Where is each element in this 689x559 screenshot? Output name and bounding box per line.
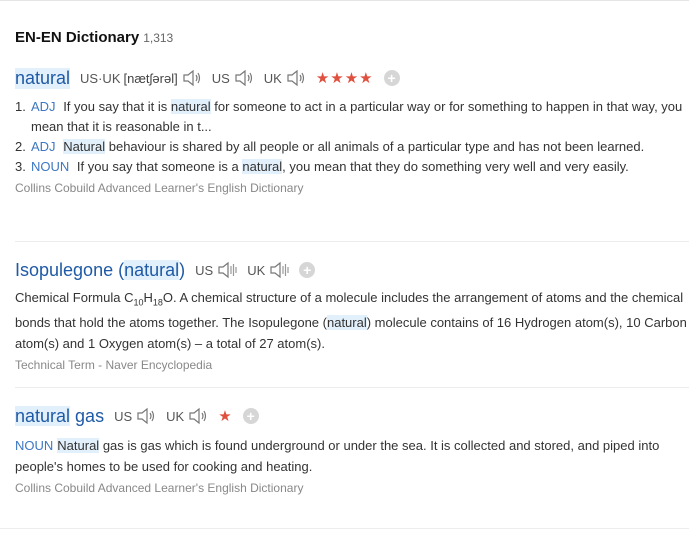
pos-tag: ADJ (31, 139, 56, 154)
headword-link[interactable]: natural (15, 67, 71, 89)
definition-text: NOUN Natural gas is gas which is found un… (15, 436, 689, 477)
subscript: 10 (133, 297, 144, 308)
pronunciation-uk: UK (166, 407, 208, 425)
source-label[interactable]: Collins Cobuild Advanced Learner's Engli… (15, 481, 689, 495)
pron-us-label: US (195, 262, 214, 278)
headword-text: ) (179, 259, 186, 280)
headword-link[interactable]: natural gas (15, 405, 105, 427)
sense-item: 1. ADJ If you say that it is natural for… (15, 97, 689, 137)
entry-isopulegone: Isopulegone (natural) US UK + Chemical F… (15, 258, 689, 372)
speaker-icon[interactable] (188, 407, 208, 425)
keyword-highlight: Natural (63, 139, 106, 154)
pronunciation-uk: UK (264, 69, 306, 87)
add-wordbook-button[interactable]: + (242, 408, 259, 424)
headword-text: Isopulegone ( (15, 259, 125, 280)
entry-natural: natural US·UK [nætʃərəl] US UK ★★★★ + 1.… (15, 66, 689, 195)
speaker-icon[interactable] (269, 261, 289, 279)
pron-uk-label: UK (166, 408, 185, 424)
sense-text: If you say that it is (63, 99, 168, 114)
pronunciation-us: US (114, 407, 156, 425)
pos-tag: ADJ (31, 99, 56, 114)
ipa-text: [nætʃərəl] (123, 70, 178, 86)
result-count: 1,313 (143, 31, 174, 45)
keyword-highlight: natural (124, 259, 180, 280)
entry-head: natural US·UK [nætʃərəl] US UK ★★★★ + (15, 66, 689, 90)
add-wordbook-button[interactable]: + (299, 262, 316, 278)
pron-uk-label: UK (263, 70, 282, 86)
sense-item: 2. ADJ Natural behaviour is shared by al… (15, 137, 689, 157)
entry-head: Isopulegone (natural) US UK + (15, 258, 689, 282)
subscript: 18 (152, 297, 163, 308)
entry-divider (15, 241, 689, 242)
pron-region-label: US·UK (80, 70, 121, 86)
definition-part: H (143, 290, 153, 305)
pron-us-label: US (114, 408, 133, 424)
entry-head: natural gas US UK ★ + (15, 404, 689, 428)
headword-link[interactable]: Isopulegone (natural) (15, 259, 186, 281)
frequency-stars: ★ (218, 408, 233, 425)
sense-number: 1. (15, 99, 26, 114)
headword-text: gas (70, 405, 105, 426)
sense-text: , you mean that they do something very w… (282, 159, 629, 174)
pronunciation-us: US (212, 69, 254, 87)
entry-divider (15, 387, 689, 388)
speaker-icon[interactable] (217, 261, 237, 279)
keyword-highlight: natural (170, 99, 211, 114)
pron-uk-label: UK (247, 262, 266, 278)
pronunciation-uk: UK (247, 261, 289, 279)
definition-part: gas is gas which is found underground or… (15, 438, 660, 474)
entry-natural-gas: natural gas US UK ★ + NOUN Natural gas is… (15, 404, 689, 495)
speaker-icon[interactable] (136, 407, 156, 425)
source-label[interactable]: Collins Cobuild Advanced Learner's Engli… (15, 181, 689, 195)
sense-number: 3. (15, 159, 26, 174)
keyword-highlight: natural (15, 405, 71, 426)
keyword-highlight: Natural (57, 438, 100, 453)
sense-text: behaviour is shared by all people or all… (108, 139, 645, 154)
pronunciation-us: US (195, 261, 237, 279)
keyword-highlight: natural (326, 315, 367, 331)
sense-text: If you say that someone is a (76, 159, 239, 174)
pos-tag: NOUN (15, 438, 54, 453)
pronunciation-usuk: US·UK [nætʃərəl] (80, 69, 202, 87)
sense-number: 2. (15, 139, 26, 154)
entry-divider (0, 528, 689, 529)
definition-part: Chemical Formula C (15, 290, 134, 305)
add-wordbook-button[interactable]: + (383, 70, 400, 86)
source-label[interactable]: Technical Term - Naver Encyclopedia (15, 358, 689, 372)
section-title[interactable]: EN-EN Dictionary (15, 29, 139, 46)
speaker-icon[interactable] (182, 69, 202, 87)
sense-item: 3. NOUN If you say that someone is a nat… (15, 157, 689, 177)
speaker-icon[interactable] (234, 69, 254, 87)
speaker-icon[interactable] (286, 69, 306, 87)
top-divider (0, 0, 689, 1)
pron-us-label: US (211, 70, 230, 86)
keyword-highlight: natural (242, 159, 283, 174)
pos-tag: NOUN (31, 159, 70, 174)
frequency-stars: ★★★★ (315, 70, 374, 87)
section-header: EN-EN Dictionary 1,313 (15, 29, 173, 47)
definition-text: Chemical Formula C10H18O. A chemical str… (15, 288, 689, 354)
